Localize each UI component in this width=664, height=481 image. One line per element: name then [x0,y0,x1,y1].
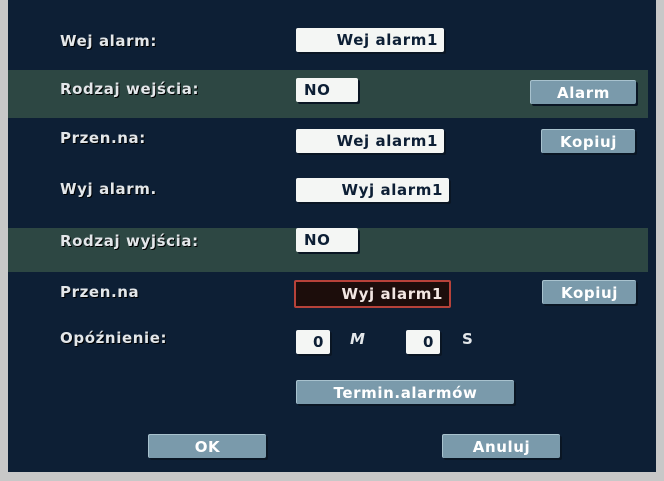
ok-button[interactable]: OK [148,434,266,458]
input-type-label: Rodzaj wejścia: [60,80,200,98]
output-type-label: Rodzaj wyjścia: [60,232,199,250]
alarm-settings-screen: Wej alarm: Wej alarm1 Rodzaj wejścia: NO… [8,0,656,472]
input-type-select[interactable]: NO [296,78,358,102]
delay-label: Opóźnienie: [60,329,168,347]
alarm-output-select[interactable]: Wyj alarm1 [296,178,449,202]
output-type-select[interactable]: NO [296,228,358,252]
alarm-schedule-button[interactable]: Termin.alarmów [296,380,514,404]
output-copy-label: Przen.na [60,283,140,301]
delay-minutes-field[interactable]: 0 [296,330,330,354]
output-copy-button[interactable]: Kopiuj [542,280,636,304]
output-copy-target-select[interactable]: Wyj alarm1 [294,280,451,308]
delay-seconds-field[interactable]: 0 [406,330,440,354]
input-copy-target-select[interactable]: Wej alarm1 [296,129,444,153]
cancel-button[interactable]: Anuluj [442,434,560,458]
alarm-input-label: Wej alarm: [60,32,157,50]
input-copy-label: Przen.na: [60,129,146,147]
input-copy-button[interactable]: Kopiuj [541,129,635,153]
alarm-output-label: Wyj alarm. [60,180,157,198]
minutes-unit-label: M [350,330,365,348]
alarm-button[interactable]: Alarm [530,80,636,104]
seconds-unit-label: S [462,330,473,348]
alarm-input-select[interactable]: Wej alarm1 [296,28,444,52]
